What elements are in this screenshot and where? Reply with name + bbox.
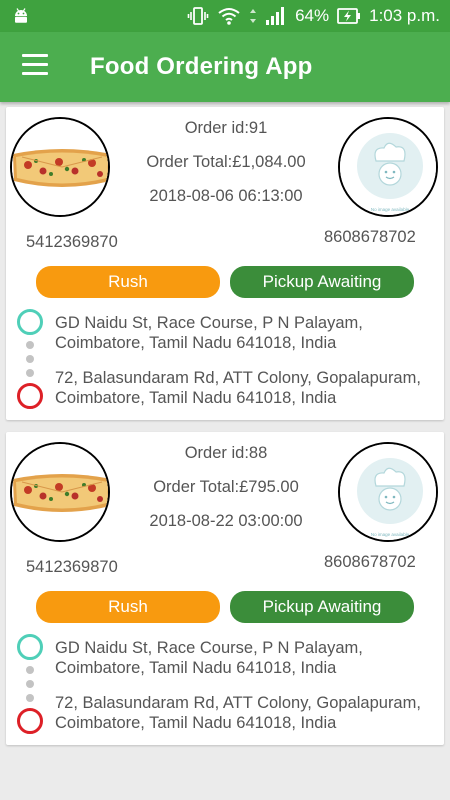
pickup-marker-icon bbox=[17, 309, 43, 335]
rush-button[interactable]: Rush bbox=[36, 266, 220, 298]
order-total: Order Total:£795.00 bbox=[153, 478, 299, 496]
android-icon bbox=[15, 8, 27, 23]
drop-address: 72, Balasundaram Rd, ATT Colony, Gopalap… bbox=[55, 369, 421, 407]
order-id: Order id:91 bbox=[184, 119, 268, 137]
pizza-image bbox=[12, 119, 108, 215]
clock: 1:03 p.m. bbox=[369, 6, 440, 25]
pickup-address: GD Naidu St, Race Course, P N Palayam, C… bbox=[55, 314, 363, 352]
menu-icon[interactable] bbox=[22, 54, 48, 80]
svg-text:No image available: No image available bbox=[371, 532, 410, 537]
restaurant-image: No image available bbox=[338, 117, 438, 217]
customer-phone: 5412369870 bbox=[26, 233, 118, 251]
route-dot-icon bbox=[26, 694, 34, 702]
order-card[interactable]: Order id:91 Order Total:£1,084.00 2018-0… bbox=[6, 107, 444, 420]
app-bar: Food Ordering App bbox=[0, 32, 450, 102]
signal-icon bbox=[266, 7, 285, 25]
route-dot-icon bbox=[26, 369, 34, 377]
status-bar: 64% 1:03 p.m. bbox=[0, 0, 450, 32]
app-title: Food Ordering App bbox=[90, 53, 313, 80]
route-dot-icon bbox=[26, 355, 34, 363]
restaurant-phone: 8608678702 bbox=[324, 228, 416, 246]
chef-placeholder-icon: No image available bbox=[340, 119, 436, 215]
battery-level: 64% bbox=[295, 6, 330, 25]
order-datetime: 2018-08-06 06:13:00 bbox=[149, 187, 303, 205]
pickup-address: GD Naidu St, Race Course, P N Palayam, C… bbox=[55, 639, 363, 677]
order-id: Order id:88 bbox=[184, 444, 268, 462]
food-image bbox=[10, 117, 110, 217]
vibrate-icon bbox=[187, 7, 209, 25]
route-dot-icon bbox=[26, 666, 34, 674]
route-dot-icon bbox=[26, 680, 34, 688]
drop-marker-icon bbox=[17, 383, 43, 409]
data-arrows-icon bbox=[250, 9, 257, 23]
drop-address: 72, Balasundaram Rd, ATT Colony, Gopalap… bbox=[55, 694, 421, 732]
pickup-status-button[interactable]: Pickup Awaiting bbox=[230, 266, 414, 298]
chef-placeholder-icon: No image available bbox=[340, 444, 436, 540]
order-total: Order Total:£1,084.00 bbox=[146, 153, 306, 171]
restaurant-image: No image available bbox=[338, 442, 438, 542]
wifi-icon bbox=[218, 8, 240, 25]
order-card[interactable]: Order id:88 Order Total:£795.00 2018-08-… bbox=[6, 432, 444, 745]
route-dot-icon bbox=[26, 341, 34, 349]
food-image bbox=[10, 442, 110, 542]
pickup-marker-icon bbox=[17, 634, 43, 660]
restaurant-phone: 8608678702 bbox=[324, 553, 416, 571]
svg-text:No image available: No image available bbox=[371, 207, 410, 212]
order-datetime: 2018-08-22 03:00:00 bbox=[149, 512, 303, 530]
pizza-image bbox=[12, 444, 108, 540]
rush-button[interactable]: Rush bbox=[36, 591, 220, 623]
battery-charging-icon bbox=[337, 8, 361, 24]
pickup-status-button[interactable]: Pickup Awaiting bbox=[230, 591, 414, 623]
drop-marker-icon bbox=[17, 708, 43, 734]
customer-phone: 5412369870 bbox=[26, 558, 118, 576]
